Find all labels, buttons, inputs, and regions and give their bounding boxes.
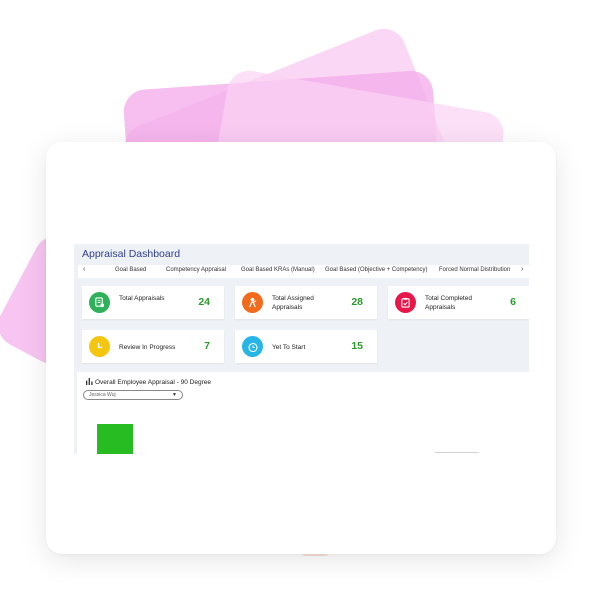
tile-label: Total Appraisals [119,295,165,302]
employee-appraisal-panel: Overall Employee Appraisal - 90 Degree J… [77,372,529,454]
tile-value: 24 [198,296,210,308]
stat-tile-total-assigned-appraisals[interactable]: Total Assigned Appraisals 28 [235,286,377,319]
chart-bar [97,424,133,454]
tab-prev-button[interactable]: ‹ [83,266,85,273]
stat-tile-total-completed-appraisals[interactable]: Total Completed Appraisals 6 [388,286,529,319]
page-title: Appraisal Dashboard [82,248,181,260]
panel-title: Overall Employee Appraisal - 90 Degree [86,378,211,386]
appraisal-doc-icon [89,292,110,313]
person-assign-icon [242,292,263,313]
tab-competency-appraisal[interactable]: Competency Appraisal [166,267,226,273]
stat-tile-total-appraisals[interactable]: Total Appraisals 24 [82,286,224,319]
tile-value: 7 [204,340,210,352]
tile-label: Total Completed Appraisals [425,295,472,311]
tab-next-button[interactable]: › [521,266,523,273]
tile-label: Yet To Start [272,344,306,351]
chevron-down-icon: ▼ [172,392,177,398]
alarm-clock-icon [242,336,263,357]
screenshot-card: Appraisal Dashboard ‹ Goal Based Compete… [46,142,556,554]
divider [435,452,479,453]
tile-value: 28 [351,296,363,308]
tab-goal-based[interactable]: Goal Based [115,267,146,273]
clock-icon [89,336,110,357]
bar-chart-icon [86,378,93,385]
tab-goal-based-kras[interactable]: Goal Based KRAs (Manual) [241,267,315,273]
tab-bar: ‹ Goal Based Competency Appraisal Goal B… [78,265,529,278]
employee-select[interactable]: Jessica Wuj ▼ [83,390,183,400]
tile-value: 6 [510,296,516,308]
stat-tile-review-in-progress[interactable]: Review In Progress 7 [82,330,224,363]
employee-select-value: Jessica Wuj [89,392,116,398]
tile-label: Total Assigned Appraisals [272,295,314,311]
tab-forced-normal-distribution[interactable]: Forced Normal Distribution [439,267,510,273]
stat-tile-yet-to-start[interactable]: Yet To Start 15 [235,330,377,363]
appraisal-dashboard: Appraisal Dashboard ‹ Goal Based Compete… [74,244,529,454]
panel-title-text: Overall Employee Appraisal - 90 Degree [95,379,211,386]
clipboard-check-icon [395,292,416,313]
tile-value: 15 [351,340,363,352]
tab-goal-based-objective-competency[interactable]: Goal Based (Objective + Competency) [325,267,428,273]
tile-label: Review In Progress [119,344,176,351]
